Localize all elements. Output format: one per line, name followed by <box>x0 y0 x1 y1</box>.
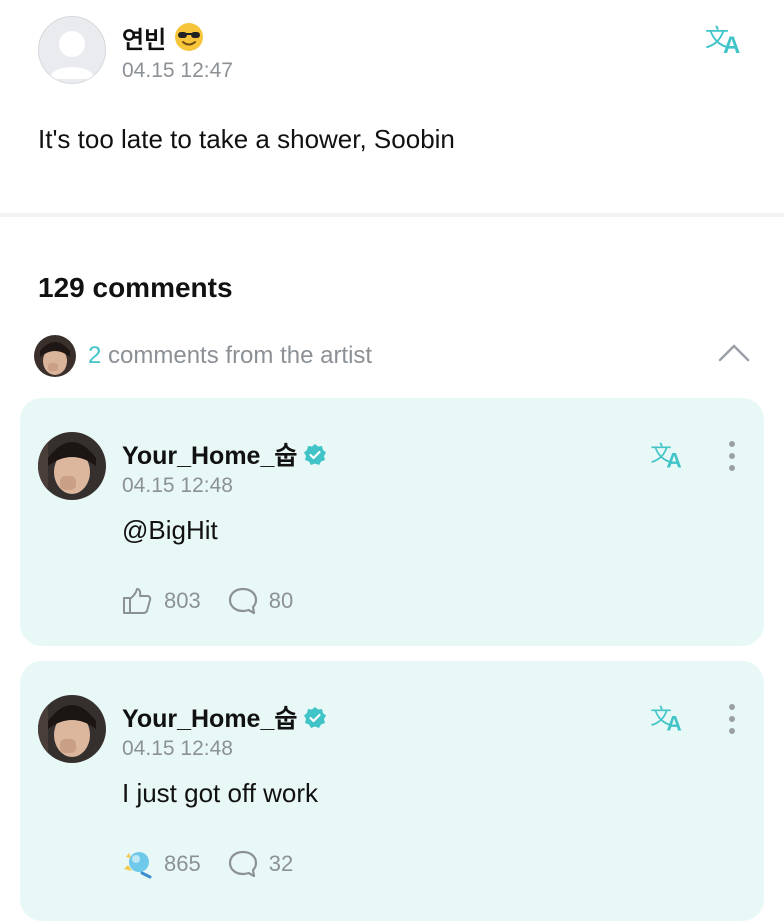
translate-icon[interactable]: 文 A <box>650 701 688 738</box>
like-button[interactable]: 803 <box>120 586 201 616</box>
like-button[interactable]: 865 <box>120 849 201 879</box>
comment-stats: 803 80 <box>120 586 319 616</box>
reply-icon <box>228 850 257 878</box>
reply-count: 80 <box>268 588 294 613</box>
reply-button[interactable]: 32 <box>227 849 293 879</box>
reply-count: 32 <box>268 851 294 876</box>
svg-text:A: A <box>723 32 740 56</box>
like-icon <box>123 588 152 614</box>
comment-text: I just got off work <box>122 778 319 808</box>
section-divider <box>0 213 784 217</box>
commenter-avatar[interactable] <box>38 695 106 763</box>
reply-icon <box>228 587 257 615</box>
like-count: 865 <box>164 851 201 876</box>
commenter-name: Your_Home_숩 <box>122 442 298 470</box>
like-count: 803 <box>164 588 201 613</box>
artist-comments-count: 2 <box>88 342 102 369</box>
comment-timestamp: 04.15 12:48 <box>122 737 233 760</box>
post-timestamp: 04.15 12:47 <box>122 59 233 82</box>
svg-text:A: A <box>666 711 681 733</box>
verified-badge-icon <box>303 706 327 737</box>
commenter-avatar[interactable] <box>38 432 106 500</box>
comment-timestamp: 04.15 12:48 <box>122 474 233 497</box>
post-author-name: 연빈 <box>122 27 167 54</box>
comment-stats: 865 32 <box>120 849 319 879</box>
artist-comment-card: Your_Home_숩 04.15 12:48 I just got off w… <box>20 661 764 921</box>
commenter-name: Your_Home_숩 <box>122 705 298 733</box>
sunglasses-emoji-icon <box>174 22 204 59</box>
translate-icon[interactable]: 文 A <box>650 438 688 475</box>
artist-avatar[interactable] <box>34 335 76 377</box>
verified-badge-icon <box>303 443 327 474</box>
svg-text:A: A <box>666 448 681 470</box>
post-text: It's too late to take a shower, Soobin <box>38 124 455 154</box>
comments-count: 129 comments <box>38 272 233 303</box>
artist-comment-card: Your_Home_숩 04.15 12:48 @BigHit 803 80 文… <box>20 398 764 646</box>
artist-comments-label: comments from the artist <box>108 342 373 369</box>
default-avatar-icon[interactable] <box>38 16 106 84</box>
reply-button[interactable]: 80 <box>227 586 293 616</box>
post-author[interactable]: 연빈 <box>122 20 204 59</box>
commenter-name-row[interactable]: Your_Home_숩 <box>122 699 327 737</box>
more-options-icon[interactable] <box>727 439 737 473</box>
chevron-up-icon[interactable] <box>716 340 752 364</box>
like-icon <box>124 852 152 879</box>
artist-comments-toggle[interactable]: 2 comments from the artist <box>88 342 372 370</box>
commenter-name-row[interactable]: Your_Home_숩 <box>122 436 327 474</box>
comment-text: @BigHit <box>122 515 218 545</box>
translate-icon[interactable]: 文 A <box>705 20 747 61</box>
more-options-icon[interactable] <box>727 702 737 736</box>
